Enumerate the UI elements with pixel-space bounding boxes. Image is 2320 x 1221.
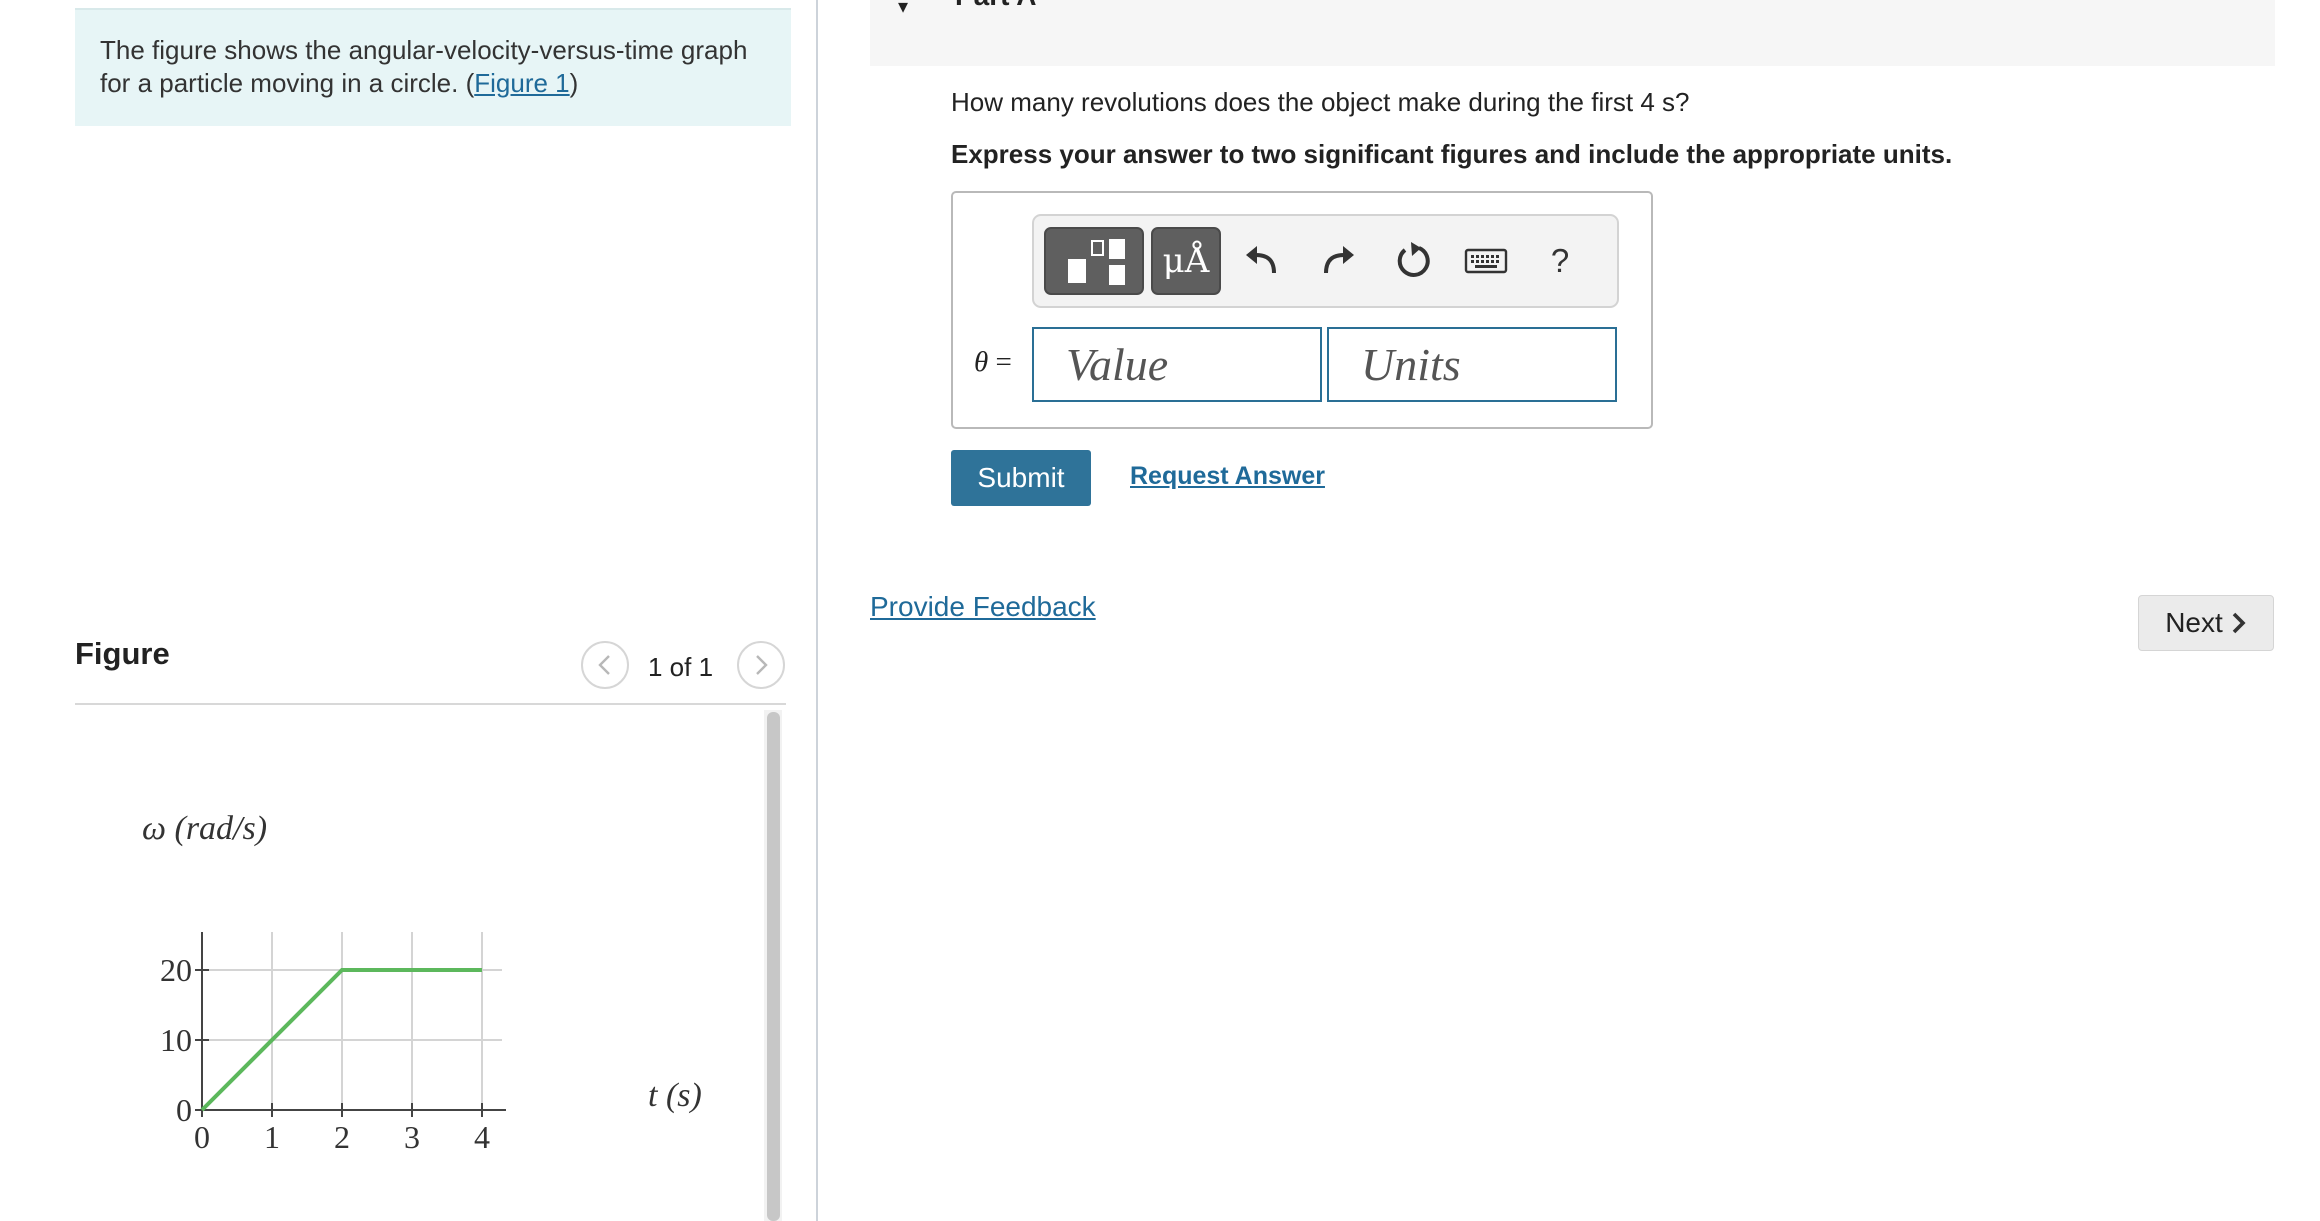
figure-next-button[interactable]	[737, 641, 785, 689]
figure-prev-button[interactable]	[581, 641, 629, 689]
pane-divider[interactable]	[816, 0, 818, 1221]
angular-velocity-chart: 0 1 2 3 4 0 10 20 ω (rad/s) t (s)	[142, 810, 702, 1155]
next-label: Next	[2165, 607, 2223, 638]
intro-sentence-end: )	[569, 68, 579, 98]
request-answer-link[interactable]: Request Answer	[1130, 462, 1325, 491]
units-input[interactable]	[1327, 327, 1617, 402]
figure-scrollbar-thumb[interactable]	[767, 712, 780, 1221]
help-icon: ?	[1550, 242, 1570, 279]
next-button[interactable]: Next	[2138, 595, 2274, 651]
templates-icon	[1068, 239, 1125, 285]
x-tick-label: 1	[264, 1119, 280, 1155]
keyboard-icon	[1464, 248, 1508, 274]
submit-button[interactable]: Submit	[951, 450, 1091, 506]
x-tick-label: 2	[334, 1119, 350, 1155]
units-button[interactable]: μÅ	[1151, 227, 1221, 295]
y-tick-label: 20	[160, 952, 192, 988]
redo-icon	[1324, 246, 1354, 274]
figure-link[interactable]: Figure 1	[474, 68, 569, 98]
part-header[interactable]	[870, 0, 2275, 66]
provide-feedback-link[interactable]: Provide Feedback	[870, 591, 1096, 623]
undo-button[interactable]	[1238, 237, 1286, 285]
intro-sentence: The figure shows the angular-velocity-ve…	[100, 35, 748, 98]
x-tick-label: 0	[194, 1119, 210, 1155]
chevron-left-icon	[598, 655, 610, 675]
undo-icon	[1246, 246, 1276, 274]
reset-icon	[1397, 242, 1430, 277]
redo-button[interactable]	[1314, 237, 1362, 285]
help-button[interactable]: ?	[1536, 237, 1584, 285]
instruction-text: Express your answer to two significant f…	[951, 139, 1953, 169]
chart-ylabel: ω (rad/s)	[142, 810, 267, 847]
chart-xlabel: t (s)	[648, 1077, 702, 1114]
equals-sign: =	[995, 346, 1012, 378]
question-text: How many revolutions does the object mak…	[951, 87, 1690, 117]
chart-grid	[202, 932, 502, 1110]
x-tick-label: 3	[404, 1119, 420, 1155]
chevron-right-icon	[2232, 612, 2246, 634]
answer-variable: θ	[974, 346, 989, 378]
y-tick-label: 10	[160, 1022, 192, 1058]
part-title: Part A	[955, 0, 1036, 12]
figure-pager-count: 1 of 1	[648, 652, 714, 682]
collapse-caret-icon[interactable]: ▾	[898, 0, 908, 19]
figure-heading: Figure	[75, 636, 170, 671]
y-tick-label: 0	[176, 1092, 192, 1128]
value-input[interactable]	[1032, 327, 1322, 402]
chart-ticks: 0 1 2 3 4 0 10 20	[160, 952, 490, 1155]
answer-variable-label: θ =	[974, 346, 1012, 379]
figure-divider	[75, 703, 786, 705]
keyboard-button[interactable]	[1462, 237, 1510, 285]
x-tick-label: 4	[474, 1119, 490, 1155]
intro-text: The figure shows the angular-velocity-ve…	[100, 34, 780, 100]
units-icon: μÅ	[1162, 241, 1210, 281]
chevron-right-icon	[756, 655, 768, 675]
chart-axes	[201, 932, 506, 1111]
templates-button[interactable]	[1044, 227, 1144, 295]
reset-button[interactable]	[1389, 237, 1437, 285]
